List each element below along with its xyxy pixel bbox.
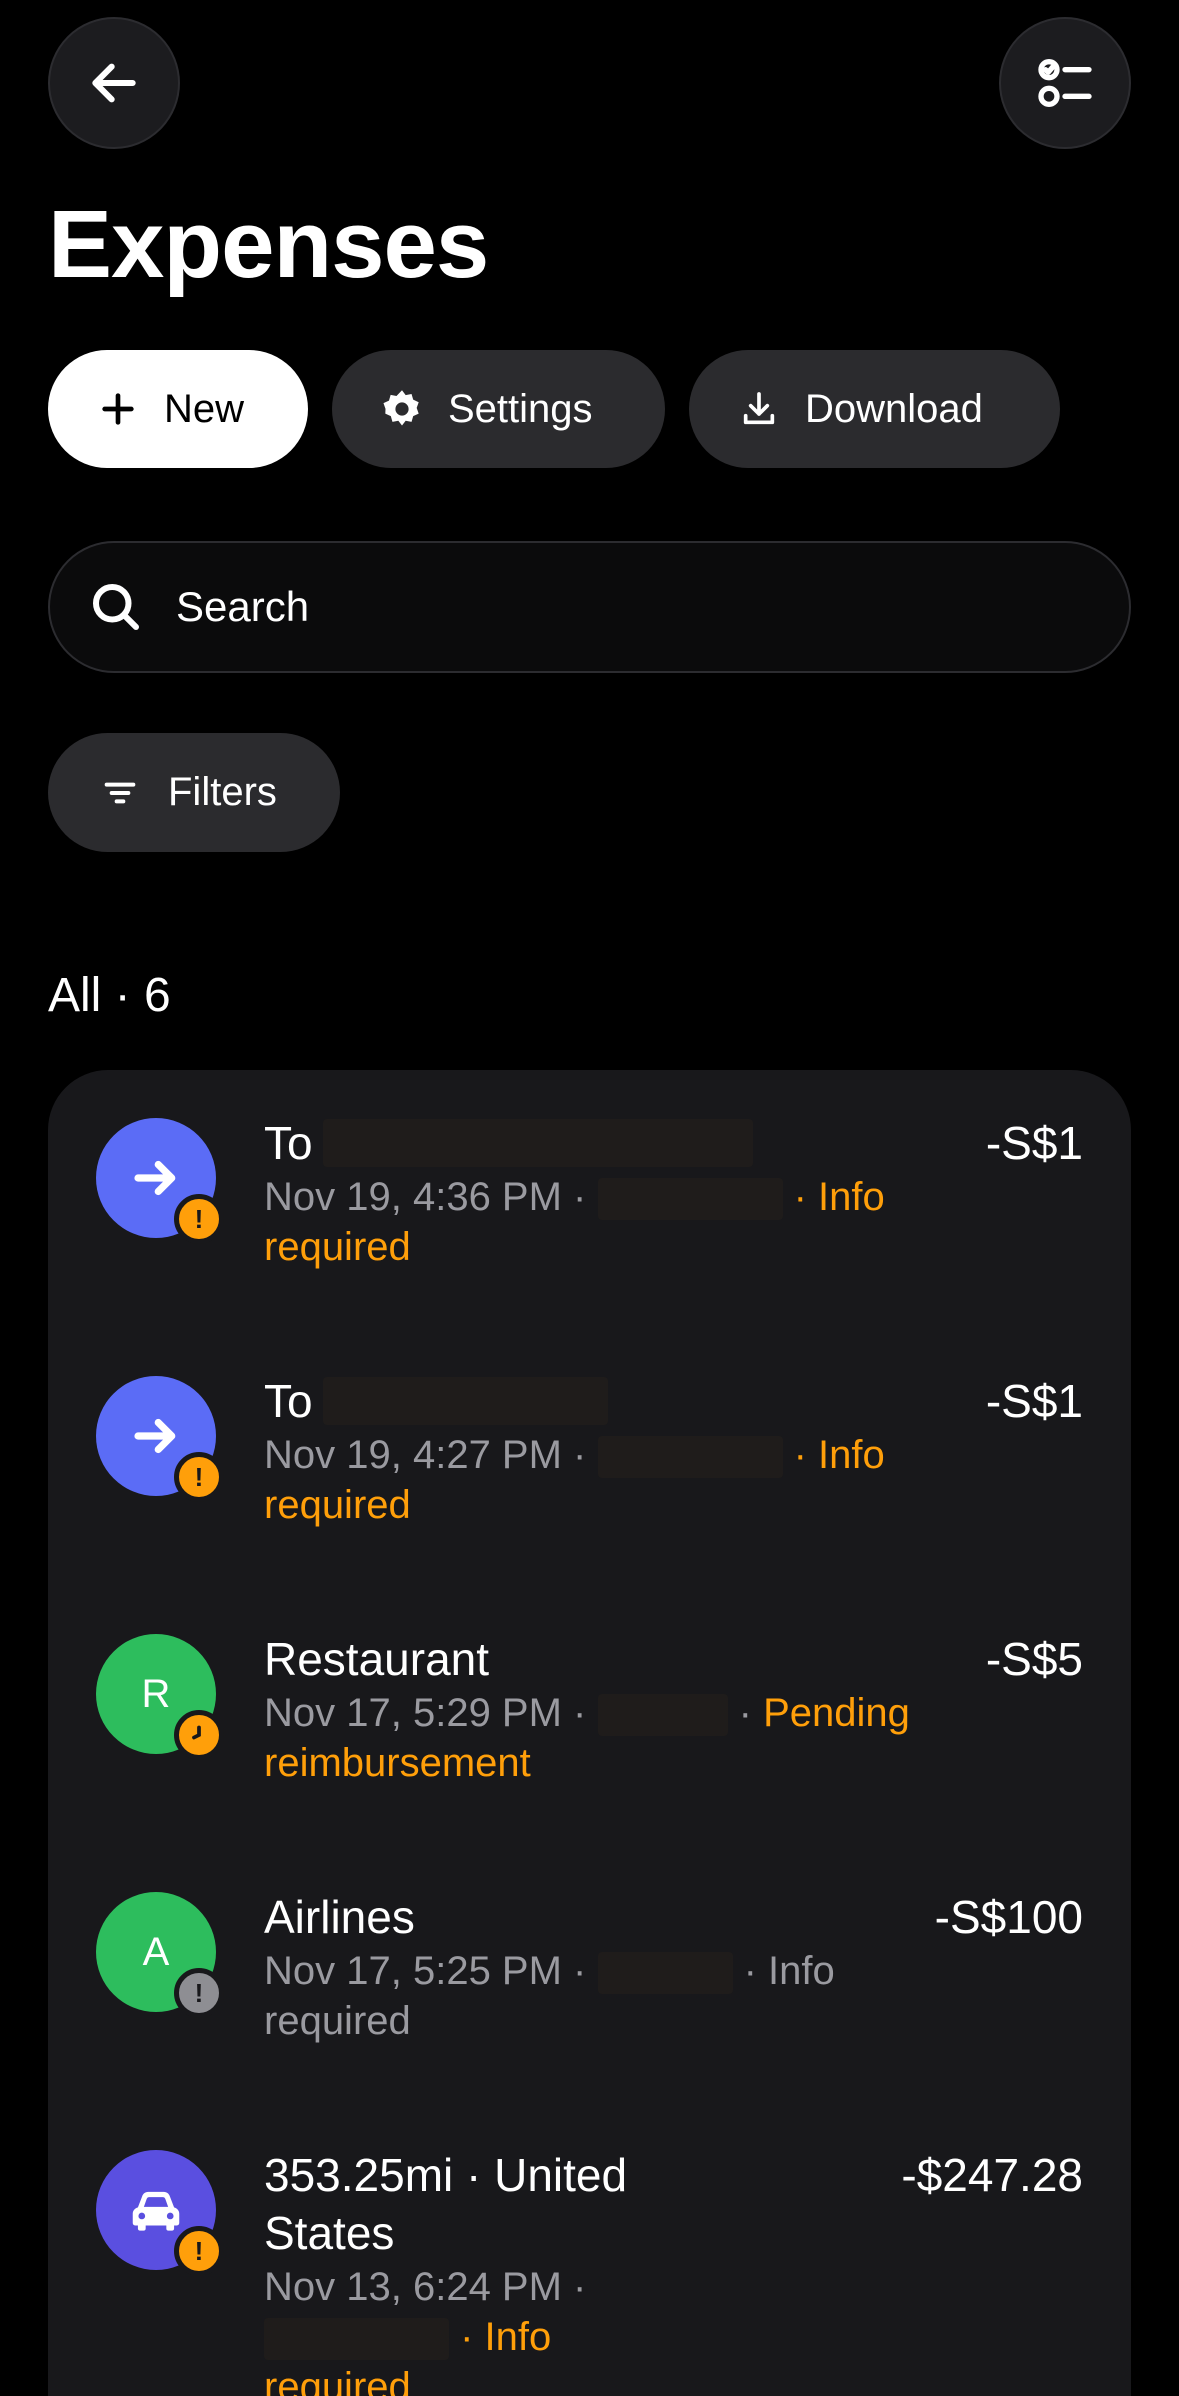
avatar: R [96, 1634, 224, 1760]
filters-button[interactable]: Filters [48, 733, 340, 852]
redacted-text [597, 1694, 728, 1737]
expenses-screen: Expenses New Settings Download Filters A [0, 0, 1179, 2396]
filter-icon [104, 782, 136, 803]
new-button-label: New [164, 386, 245, 431]
download-icon [737, 387, 781, 431]
list-item-amount: -S$100 [934, 1891, 1083, 1943]
clock-icon [174, 1710, 224, 1760]
redacted-text [597, 1436, 783, 1479]
avatar-initial: A [142, 1929, 170, 1974]
gear-icon [380, 387, 424, 431]
list-item-amount: -$247.28 [901, 2149, 1083, 2201]
redacted-text [264, 2318, 449, 2361]
redacted-text [597, 1952, 733, 1995]
exclamation-icon: ! [174, 1194, 224, 1244]
list-item-meta: Nov 19, 4:36 PM · · Info required [264, 1175, 885, 1269]
list-item-title: To [264, 1114, 954, 1172]
exclamation-icon: ! [174, 1968, 224, 2018]
list-item-meta: Nov 13, 6:24 PM · · Info required [264, 2262, 704, 2396]
checklist-icon [1038, 58, 1092, 107]
filters-label: Filters [168, 770, 277, 814]
settings-button-label: Settings [448, 386, 593, 431]
new-button[interactable]: New [48, 350, 308, 468]
list-item-amount: -S$1 [985, 1117, 1083, 1169]
arrow-left-icon [92, 63, 136, 103]
avatar: A ! [96, 1892, 224, 2018]
action-bar: New Settings Download [48, 350, 1060, 468]
redacted-text [322, 1377, 608, 1425]
download-button[interactable]: Download [689, 350, 1060, 468]
search-bar[interactable] [48, 541, 1131, 673]
list-item-meta: Nov 17, 5:25 PM · · Info required [264, 1949, 835, 2043]
exclamation-icon: ! [174, 1452, 224, 1502]
list-item-title: Restaurant [264, 1633, 490, 1685]
list-item-title: To [264, 1372, 954, 1430]
list-item-amount: -S$1 [985, 1375, 1083, 1427]
list-item-title: 353.25mi · United States [264, 2149, 628, 2259]
list-item-meta: Nov 19, 4:27 PM · · Info required [264, 1433, 885, 1527]
page-title: Expenses [48, 191, 489, 298]
search-input[interactable] [176, 583, 1076, 631]
download-button-label: Download [805, 386, 983, 431]
arrow-right-icon [134, 1160, 176, 1196]
avatar-initial: R [141, 1671, 171, 1716]
car-icon [132, 2191, 180, 2231]
plus-icon [96, 387, 140, 431]
avatar: ! [96, 1376, 224, 1502]
redacted-text [597, 1178, 783, 1221]
list-item-amount: -S$5 [985, 1633, 1083, 1685]
back-button[interactable] [48, 17, 180, 149]
avatar: ! [96, 1118, 224, 1244]
arrow-right-icon [134, 1418, 176, 1454]
redacted-text [322, 1119, 753, 1167]
avatar: ! [96, 2150, 224, 2276]
exclamation-icon: ! [174, 2226, 224, 2276]
transactions-list: ! To Nov 19, 4:36 PM · · Info required -… [48, 1070, 1131, 2396]
list-item-meta: Nov 17, 5:29 PM · · Pending reimbursemen… [264, 1691, 910, 1785]
list-item-title: Airlines [264, 1891, 415, 1943]
tasks-button[interactable] [999, 17, 1131, 149]
settings-button[interactable]: Settings [332, 350, 665, 468]
section-count: All · 6 [48, 969, 171, 1022]
search-icon [93, 584, 139, 630]
